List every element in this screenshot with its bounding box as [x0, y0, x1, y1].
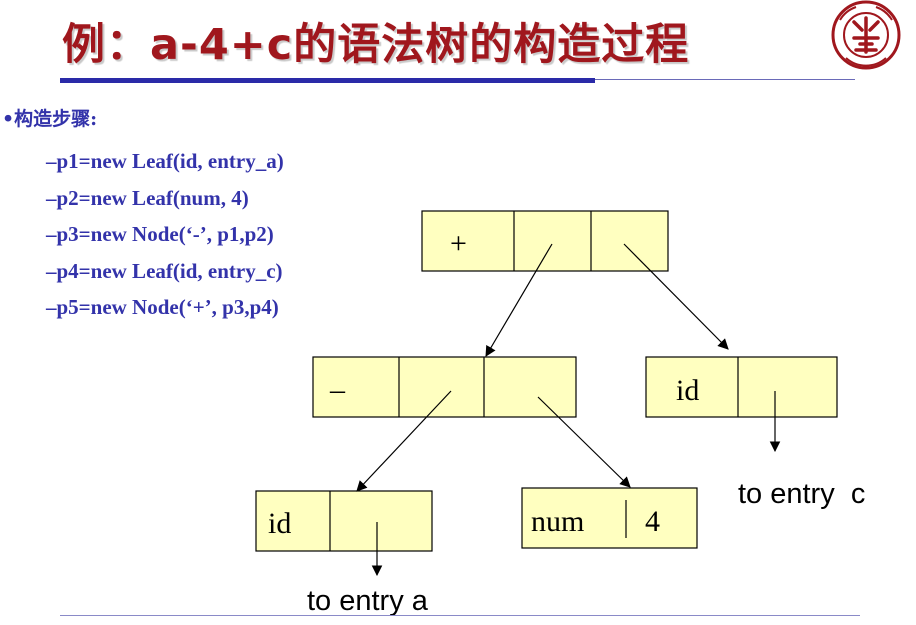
plus-node-op: +	[450, 227, 467, 260]
edge-minus-to-num	[537, 396, 631, 488]
leaf-a-label: id	[268, 507, 291, 540]
edge-plus-to-id-c	[623, 243, 729, 350]
leaf-id-c: id	[645, 356, 838, 418]
syntax-tree-diagram: + – id id num 4 to entry c to entry a	[255, 210, 865, 617]
caption-entry-a: to entry a	[307, 585, 429, 617]
caption-entry-c: to entry c	[738, 478, 865, 510]
minus-node: –	[312, 356, 577, 418]
minus-node-op: –	[329, 373, 346, 406]
leaf-num-label: num	[531, 505, 584, 538]
plus-node: +	[421, 210, 669, 272]
leaf-c-label: id	[676, 374, 699, 407]
leaf-num: num 4	[521, 487, 698, 549]
leaf-num-value: 4	[645, 505, 660, 538]
leaf-id-a: id	[255, 490, 433, 552]
footer-divider	[60, 615, 860, 616]
